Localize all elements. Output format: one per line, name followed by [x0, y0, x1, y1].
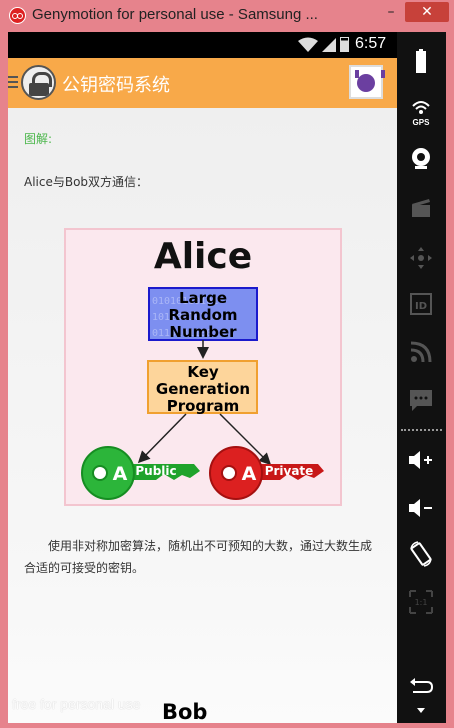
sidebar-separator	[401, 429, 442, 431]
volume-up-icon[interactable]	[407, 446, 435, 474]
article-content[interactable]: 图解: Alice与Bob双方通信： Alice 01010110101 101…	[8, 108, 397, 723]
keygen-line-2: Generation	[156, 380, 250, 398]
status-clock: 6:57	[355, 35, 387, 52]
close-button[interactable]: ✕	[405, 2, 449, 22]
key-generation-diagram: Alice 01010110101 10110010110 0110101100…	[64, 228, 342, 506]
rotate-icon[interactable]	[407, 540, 435, 568]
minimize-button[interactable]: –	[378, 2, 404, 22]
volume-down-icon[interactable]	[407, 494, 435, 522]
bob-heading: Bob	[162, 700, 208, 723]
android-statusbar: 6:57	[8, 32, 397, 58]
keygen-line-3: Program	[167, 397, 240, 415]
drawer-menu-icon[interactable]	[8, 76, 18, 90]
private-key-letter: A	[242, 463, 257, 485]
gps-label: GPS	[412, 118, 430, 127]
diagram-caption: 使用非对称加密算法，随机出不可预知的大数，通过大数生成合适的可接受的密钥。	[24, 539, 373, 575]
clapper-icon[interactable]	[407, 194, 435, 222]
emulator-window: Genymotion for personal use - Samsung ..…	[0, 0, 454, 728]
genymotion-logo-icon	[9, 7, 26, 24]
app-toolbar: 公钥密码系统	[8, 58, 397, 108]
battery-status-icon	[340, 37, 349, 52]
public-key-letter: A	[113, 463, 128, 485]
sms-icon[interactable]	[407, 386, 435, 414]
public-key-label: Public	[135, 464, 176, 478]
battery-icon[interactable]	[407, 48, 435, 76]
section-label: 图解:	[24, 132, 53, 146]
rss-icon[interactable]	[407, 338, 435, 366]
scale-icon[interactable]: 1:1	[407, 588, 435, 616]
intro-text: Alice与Bob双方通信：	[24, 175, 149, 189]
dpad-icon[interactable]	[407, 244, 435, 272]
back-icon[interactable]	[407, 672, 435, 700]
private-key-label: Private	[265, 464, 314, 478]
scroll-down-icon[interactable]	[407, 704, 435, 720]
camera-icon[interactable]	[407, 144, 435, 172]
signal-icon	[322, 38, 336, 52]
id-icon[interactable]: ID	[407, 290, 435, 318]
random-line-1: Large	[179, 289, 227, 307]
personal-use-watermark: free for personal use	[12, 696, 141, 712]
random-line-2: Random	[168, 306, 237, 324]
keygen-line-1: Key	[187, 363, 219, 381]
window-title: Genymotion for personal use - Samsung ..…	[32, 6, 318, 23]
user-avatar[interactable]	[349, 65, 385, 99]
diagram-title: Alice	[154, 236, 252, 277]
device-screen: 6:57 公钥密码系统 图解: Alice与Bob双方通信： Alice 010…	[8, 32, 446, 723]
wifi-icon	[298, 37, 318, 52]
svg-text:1:1: 1:1	[415, 598, 428, 607]
genymotion-sidebar: GPS ID 1:1	[397, 32, 446, 723]
svg-text:ID: ID	[415, 301, 427, 312]
gps-label-wrap: GPS	[407, 96, 435, 132]
random-line-3: Number	[169, 323, 237, 341]
window-titlebar[interactable]: Genymotion for personal use - Samsung ..…	[0, 0, 454, 32]
app-title: 公钥密码系统	[62, 75, 170, 96]
app-lock-logo-icon[interactable]	[21, 65, 56, 100]
